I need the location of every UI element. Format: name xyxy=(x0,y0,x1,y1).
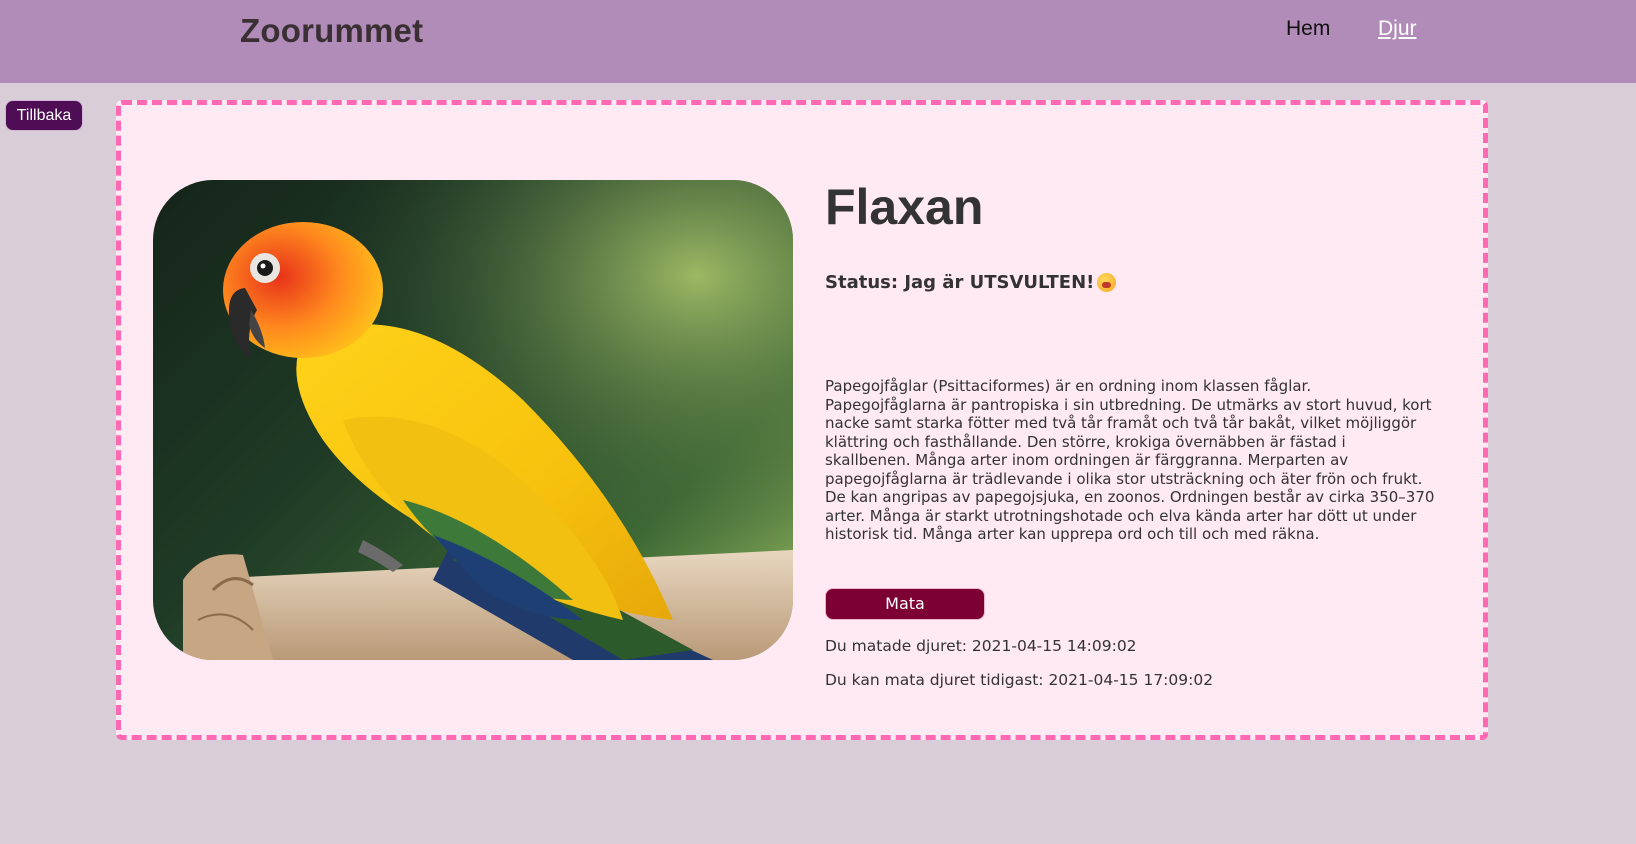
next-feed-text: Du kan mata djuret tidigast: 2021-04-15 … xyxy=(825,671,1214,689)
feed-button[interactable]: Mata xyxy=(825,588,985,620)
parrot-illustration xyxy=(153,180,793,660)
nav-link-home[interactable]: Hem xyxy=(1286,17,1330,41)
animal-photo xyxy=(153,180,793,660)
last-fed-text: Du matade djuret: 2021-04-15 14:09:02 xyxy=(825,637,1137,655)
animal-name: Flaxan xyxy=(825,179,984,235)
status-text: Status: Jag är UTSVULTEN! xyxy=(825,272,1095,293)
animal-description: Papegojfåglar (Psittaciformes) är en ord… xyxy=(825,377,1435,543)
site-brand: Zoorummet xyxy=(240,12,424,49)
top-header: Zoorummet Hem Djur xyxy=(0,0,1636,83)
hungry-face-icon xyxy=(1097,273,1117,292)
back-button[interactable]: Tillbaka xyxy=(5,100,83,131)
animal-status: Status: Jag är UTSVULTEN! xyxy=(825,272,1117,293)
nav-link-animals[interactable]: Djur xyxy=(1378,17,1417,41)
